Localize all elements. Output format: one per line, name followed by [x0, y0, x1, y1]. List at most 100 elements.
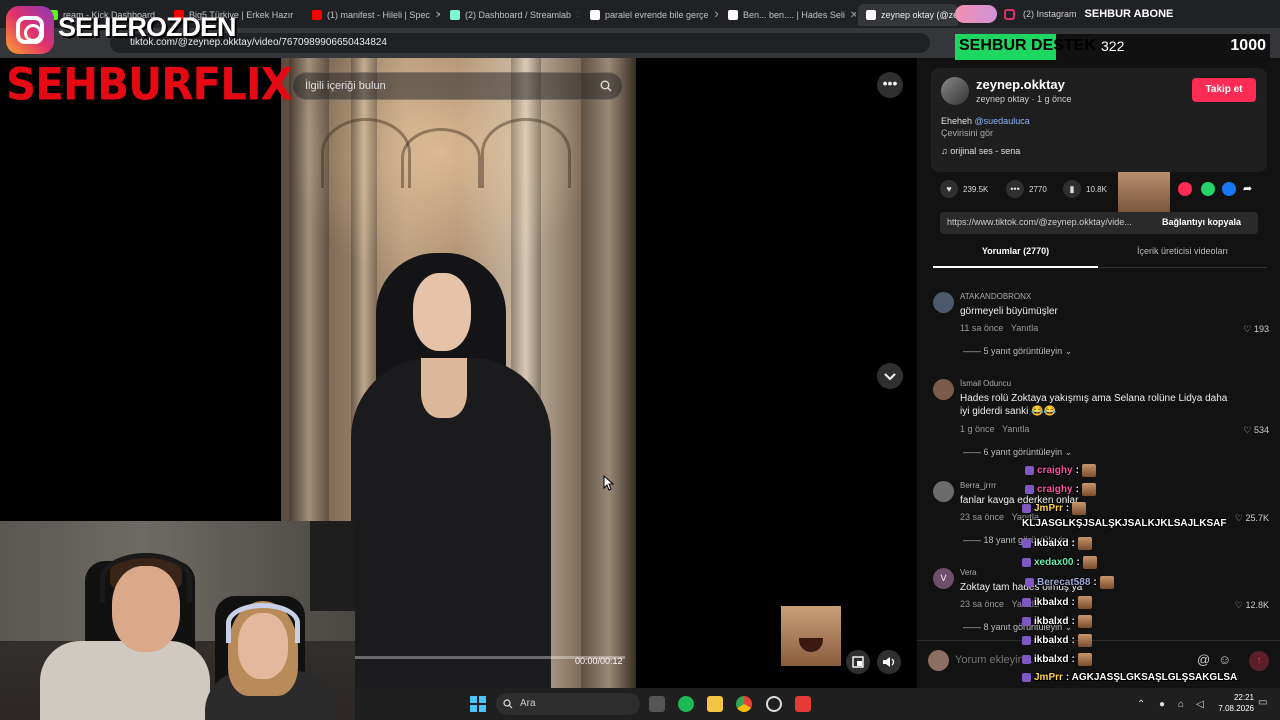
comment-like-count[interactable]: ♡ 12.8K: [1235, 600, 1269, 611]
tray-chevron-up-icon[interactable]: ⌃: [1137, 699, 1145, 710]
emoji-icon[interactable]: ☺: [1218, 652, 1231, 667]
chat-emote-icon: [1081, 464, 1096, 477]
tab-comments[interactable]: Yorumlar (2770): [933, 246, 1098, 256]
close-tab-icon[interactable]: ✕: [850, 10, 856, 21]
picture-in-picture-icon[interactable]: [846, 650, 870, 674]
comment-like-count[interactable]: ♡ 25.7K: [1235, 513, 1269, 524]
commenter-name[interactable]: Berra_jrrrr: [960, 481, 996, 490]
tab-label: (2) Dashboard / Streamlab: [465, 10, 572, 20]
comment-button[interactable]: ••• 2770: [1006, 180, 1047, 198]
microphone-icon[interactable]: ●: [1159, 699, 1165, 710]
chat-text: : AGKJASŞLGKSAŞLGLŞSAKGLSA: [1065, 672, 1238, 683]
tiktok-favicon-icon: [866, 10, 876, 20]
commenter-name[interactable]: İsmail Oduncu: [960, 379, 1011, 388]
browser-tab[interactable]: paralel evrende bile gerçe ✕: [582, 4, 718, 26]
chat-message: craighy:: [1025, 483, 1096, 496]
person-shirt: [40, 641, 210, 720]
file-explorer-icon[interactable]: [707, 696, 723, 712]
chat-username: JmPrr: [1034, 672, 1063, 683]
commenter-avatar[interactable]: [933, 379, 954, 400]
commenter-avatar[interactable]: V: [933, 568, 954, 589]
taskbar-clock-time[interactable]: 22:21: [1216, 693, 1254, 702]
author-avatar[interactable]: [941, 77, 969, 105]
obs-icon[interactable]: [766, 696, 782, 712]
reply-link[interactable]: Yanıtla: [1002, 424, 1029, 434]
mention-at-icon[interactable]: @: [1197, 652, 1210, 667]
laughing-meme-emote: [781, 606, 841, 666]
commenter-avatar[interactable]: [933, 292, 954, 313]
active-tab-indicator: [933, 266, 1098, 268]
reply-link[interactable]: Yanıtla: [1011, 323, 1038, 333]
taskbar-search[interactable]: Ara: [496, 693, 640, 715]
heart-icon: ♥: [940, 180, 958, 198]
comment-time: 23 sa önce: [960, 599, 1005, 609]
author-meta: zeynep oktay · 1 g önce: [976, 94, 1072, 104]
copy-link-button[interactable]: Bağlantıyı kopyala: [1162, 217, 1241, 227]
view-replies-link[interactable]: —— 5 yanıt görüntüleyin ⌄: [963, 346, 1072, 357]
close-tab-icon[interactable]: ✕: [576, 10, 578, 21]
browser-tab[interactable]: Ben... ben.... | Hades Seli ✕: [720, 4, 856, 26]
browser-tab[interactable]: (2) Dashboard / Streamlab ✕: [442, 4, 578, 26]
chat-message: craighy:: [1025, 464, 1096, 477]
chrome-icon[interactable]: [736, 696, 752, 712]
chat-message: ikbalxd:: [1022, 615, 1092, 628]
close-tab-icon[interactable]: ✕: [714, 10, 718, 21]
search-icon[interactable]: [600, 80, 612, 92]
follow-button[interactable]: Takip et: [1192, 78, 1256, 102]
streamer-app-icon[interactable]: [795, 696, 811, 712]
like-button[interactable]: ♥ 239.5K: [940, 180, 988, 198]
chat-badge-icon: [1022, 504, 1031, 513]
volume-icon[interactable]: [877, 650, 901, 674]
comment-meta: 1 g önce Yanıtla: [960, 424, 1029, 434]
task-view-icon[interactable]: [649, 696, 665, 712]
chat-emote-icon: [1077, 634, 1092, 647]
tiktok-share-icon[interactable]: [1178, 182, 1192, 196]
chat-text: :: [1076, 557, 1080, 568]
chat-badge-icon: [1022, 655, 1031, 664]
notification-icon[interactable]: ▭: [1258, 697, 1267, 708]
browser-tab[interactable]: (1) manifest - Hileli | Spec ✕: [304, 4, 440, 26]
save-count: 10.8K: [1086, 184, 1107, 194]
speaker-icon[interactable]: ◁: [1196, 699, 1204, 710]
share-arrow-icon[interactable]: ➦: [1243, 182, 1257, 196]
background-arch: [481, 118, 571, 188]
chat-username: ikbalxd: [1034, 616, 1069, 627]
music-link[interactable]: ♫ orijinal ses - sena: [941, 146, 1020, 156]
close-tab-icon[interactable]: ✕: [435, 10, 440, 21]
caption-mention-link[interactable]: @suedauluca: [975, 116, 1030, 126]
author-handle[interactable]: zeynep.okktay: [976, 77, 1065, 92]
comment-time: 1 g önce: [960, 424, 995, 434]
chat-emote-icon: [1081, 483, 1096, 496]
send-comment-button[interactable]: ↑: [1249, 651, 1269, 671]
chat-message: xedax00:: [1022, 556, 1097, 569]
view-replies-link[interactable]: —— 6 yanıt görüntüleyin ⌄: [963, 447, 1072, 458]
chat-message: ikbalxd:: [1022, 634, 1092, 647]
commenter-avatar[interactable]: [933, 481, 954, 502]
comment-like-count[interactable]: ♡ 534: [1243, 425, 1269, 436]
video-time: 00:00/00:12: [575, 656, 623, 666]
tab-creator-videos[interactable]: İçerik üreticisi videoları: [1100, 246, 1265, 256]
save-button[interactable]: ▮ 10.8K: [1063, 180, 1107, 198]
facebook-share-icon[interactable]: [1222, 182, 1236, 196]
instagram-small-icon: [1004, 8, 1015, 20]
browser-tab-active[interactable]: zeynep oktay (@zeyn: [858, 4, 958, 26]
whatsapp-share-icon[interactable]: [1201, 182, 1215, 196]
instagram-handle: SEHEROZDEN: [58, 12, 237, 42]
related-search-input[interactable]: İlgili içeriği bulun: [292, 72, 623, 100]
chat-emote-icon: [1099, 576, 1114, 589]
comment-like-count[interactable]: ♡ 193: [1243, 324, 1269, 335]
commenter-name[interactable]: Vera: [960, 568, 976, 577]
network-icon[interactable]: ⌂: [1178, 699, 1184, 710]
chat-text: :: [1075, 484, 1079, 495]
spotify-icon[interactable]: [678, 696, 694, 712]
commenter-name[interactable]: ATAKANDOBRONX: [960, 292, 1031, 301]
next-video-chevron-down-icon[interactable]: [877, 363, 903, 389]
windows-start-icon[interactable]: [470, 696, 486, 712]
taskbar-clock-date[interactable]: 7.08.2026: [1206, 704, 1254, 713]
tiktok-favicon-icon: [590, 10, 600, 20]
tiktok-favicon-icon: [728, 10, 738, 20]
chat-username: craighy: [1037, 484, 1073, 495]
see-translation-link[interactable]: Çevirisini gör: [941, 128, 993, 138]
chat-text: KLJASGLKŞJSALŞKJSALKJKLSAJLKSAF: [1022, 518, 1227, 529]
more-options-icon[interactable]: •••: [877, 72, 903, 98]
